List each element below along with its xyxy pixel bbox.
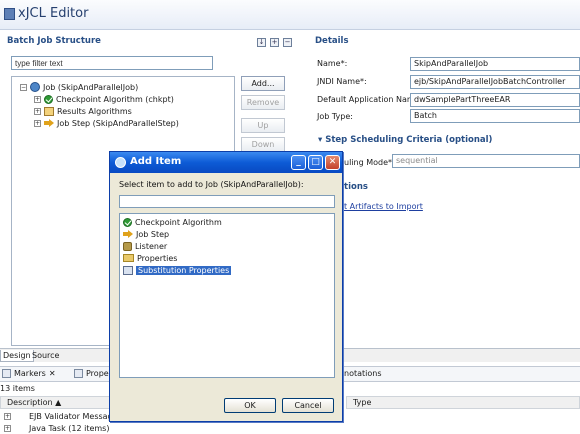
ok-button[interactable]: OK bbox=[224, 398, 276, 413]
job-type-field[interactable]: Batch bbox=[410, 109, 580, 123]
xjcl-editor-icon bbox=[4, 8, 15, 20]
list-item-label: Job Step bbox=[136, 229, 170, 239]
details-panel: Details Name*: SkipAndParallelJob JNDI N… bbox=[308, 32, 580, 348]
tab-design[interactable]: Design bbox=[0, 350, 34, 362]
list-item-label: Checkpoint Algorithm bbox=[135, 217, 222, 227]
column-description[interactable]: Description ▲ bbox=[0, 396, 110, 409]
minimize-button[interactable]: _ bbox=[291, 155, 306, 170]
add-item-dialog: Add Item _ □ ✕ Select item to add to Job… bbox=[109, 151, 343, 422]
down-button[interactable]: Down bbox=[241, 137, 285, 152]
sort-icon[interactable]: ↓ bbox=[257, 38, 266, 47]
tree-item-job[interactable]: − Job (SkipAndParallelJob) bbox=[20, 81, 138, 93]
expand-icon[interactable]: + bbox=[34, 95, 41, 103]
tree-item-label: Results Algorithms bbox=[57, 106, 132, 116]
job-step-icon bbox=[44, 119, 54, 127]
tree-item-label: Checkpoint Algorithm (chkpt) bbox=[56, 94, 174, 104]
tree-item-label: Job (SkipAndParallelJob) bbox=[43, 82, 139, 92]
tab-markers-label: Markers bbox=[14, 369, 46, 378]
checkpoint-icon bbox=[44, 94, 53, 104]
dialog-app-icon bbox=[115, 157, 126, 168]
dialog-prompt: Select item to add to Job (SkipAndParall… bbox=[119, 180, 304, 189]
list-item-job-step[interactable]: Job Step bbox=[123, 228, 169, 240]
tab-markers[interactable]: Markers ✕ bbox=[2, 369, 56, 378]
dialog-filter-input[interactable] bbox=[119, 195, 335, 208]
editor-title-bar: xJCL Editor bbox=[0, 0, 580, 30]
tree-item-job-step[interactable]: + Job Step (SkipAndParallelStep) bbox=[34, 117, 179, 129]
list-item-label: Substitution Properties bbox=[136, 265, 232, 275]
cancel-button[interactable]: Cancel bbox=[282, 398, 334, 413]
list-item-properties[interactable]: Properties bbox=[123, 252, 177, 264]
list-item-substitution-properties[interactable]: Substitution Properties bbox=[123, 264, 232, 276]
tree-item-results-algorithms[interactable]: + Results Algorithms bbox=[34, 105, 132, 117]
step-scheduling-header: Step Scheduling Criteria (optional) bbox=[325, 135, 493, 145]
default-application-field[interactable]: dwSamplePartThreeEAR bbox=[410, 93, 580, 107]
sort-ascending-icon: ▲ bbox=[55, 398, 62, 407]
column-type[interactable]: Type bbox=[346, 396, 580, 409]
expand-all-icon[interactable]: + bbox=[270, 38, 279, 47]
list-item-label: Listener bbox=[135, 241, 168, 251]
add-button[interactable]: Add... bbox=[241, 76, 285, 91]
jndi-name-label: JNDI Name*: bbox=[317, 77, 367, 86]
item-list[interactable]: Checkpoint Algorithm Job Step Listener P… bbox=[119, 213, 335, 378]
table-row[interactable]: + Java Task (12 items) bbox=[4, 423, 109, 434]
filter-input[interactable] bbox=[11, 56, 213, 70]
expand-icon[interactable]: + bbox=[34, 119, 41, 127]
listener-icon bbox=[123, 241, 132, 251]
editor-title: xJCL Editor bbox=[18, 6, 89, 21]
dialog-title: Add Item bbox=[130, 156, 182, 167]
list-item-checkpoint-algorithm[interactable]: Checkpoint Algorithm bbox=[123, 216, 222, 228]
name-label: Name*: bbox=[317, 59, 348, 68]
markers-icon bbox=[2, 369, 11, 378]
tab-properties[interactable]: Proper bbox=[74, 369, 112, 378]
name-field[interactable]: SkipAndParallelJob bbox=[410, 57, 580, 71]
details-header: Details bbox=[315, 36, 349, 46]
scheduling-mode-field[interactable]: sequential bbox=[392, 154, 580, 168]
tree-item-checkpoint[interactable]: + Checkpoint Algorithm (chkpt) bbox=[34, 93, 174, 105]
tab-annotations[interactable]: notations bbox=[344, 369, 382, 378]
algorithm-icon bbox=[44, 106, 54, 116]
expand-icon[interactable]: + bbox=[4, 425, 11, 432]
default-application-label: Default Application Name: bbox=[317, 95, 423, 104]
structure-toolbar: ↓ + − bbox=[257, 38, 292, 47]
expand-icon[interactable]: + bbox=[4, 413, 11, 420]
scheduling-mode-label: uling Mode*: bbox=[344, 158, 395, 167]
items-count: 13 items bbox=[0, 384, 35, 393]
close-icon[interactable]: ✕ bbox=[49, 369, 56, 378]
step-scheduling-section[interactable]: ▾ Step Scheduling Criteria (optional) bbox=[318, 135, 492, 145]
properties-icon bbox=[74, 369, 83, 378]
table-row[interactable]: + EJB Validator Message bbox=[4, 411, 118, 422]
maximize-button[interactable]: □ bbox=[308, 155, 323, 170]
list-item-listener[interactable]: Listener bbox=[123, 240, 167, 252]
artifacts-import-link[interactable]: t Artifacts to Import bbox=[344, 202, 423, 211]
checkpoint-icon bbox=[123, 217, 132, 227]
tree-item-label: Job Step (SkipAndParallelStep) bbox=[57, 118, 179, 128]
collapse-all-icon[interactable]: − bbox=[283, 38, 292, 47]
expand-icon[interactable]: + bbox=[34, 107, 41, 115]
column-description-label: Description bbox=[7, 398, 53, 407]
list-item-label: Properties bbox=[137, 253, 178, 263]
options-header: tions bbox=[344, 182, 368, 192]
row-label: EJB Validator Message bbox=[29, 412, 118, 421]
remove-button[interactable]: Remove bbox=[241, 95, 285, 110]
collapse-icon[interactable]: − bbox=[20, 83, 27, 91]
dialog-title-bar[interactable]: Add Item _ □ ✕ bbox=[110, 152, 342, 173]
job-icon bbox=[30, 82, 40, 92]
properties-icon bbox=[123, 254, 134, 262]
close-button[interactable]: ✕ bbox=[325, 155, 340, 170]
jndi-name-field[interactable]: ejb/SkipAndParallelJobBatchController bbox=[410, 75, 580, 89]
tab-source[interactable]: Source bbox=[30, 350, 61, 362]
tab-annotations-label: notations bbox=[344, 369, 382, 378]
batch-job-structure-header: Batch Job Structure bbox=[7, 36, 101, 46]
substitution-properties-icon bbox=[123, 265, 133, 275]
up-button[interactable]: Up bbox=[241, 118, 285, 133]
job-step-icon bbox=[123, 230, 133, 238]
job-type-label: Job Type: bbox=[317, 112, 353, 121]
